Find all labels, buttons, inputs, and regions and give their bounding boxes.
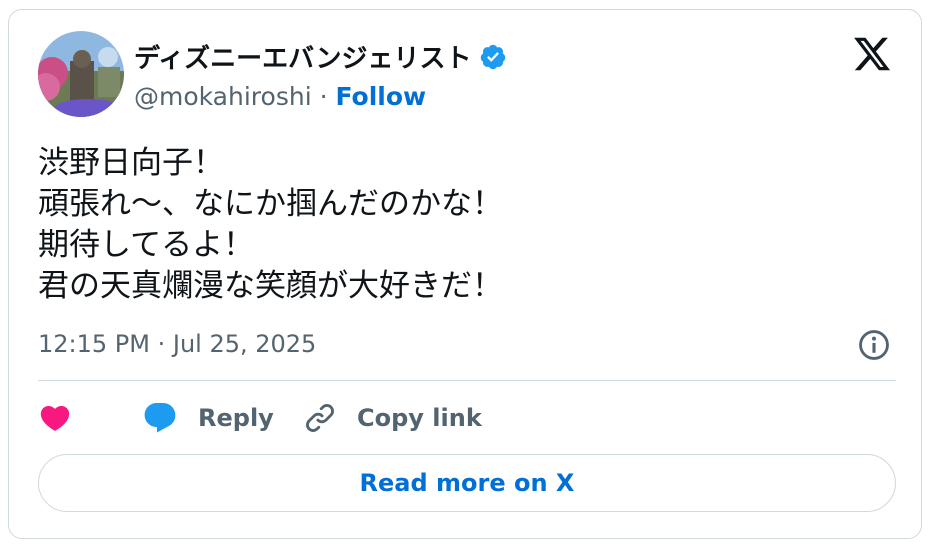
heart-icon	[40, 405, 70, 431]
tweet-line: 渋野日向子！	[38, 145, 224, 181]
reply-bubble-icon	[144, 403, 176, 433]
reply-label: Reply	[198, 404, 274, 432]
tweet-line: 頑張れ〜、なにか掴んだのかな！	[38, 186, 503, 222]
reply-button[interactable]: Reply	[142, 398, 274, 438]
tweet-text: 渋野日向子！ 頑張れ〜、なにか掴んだのかな！ 期待してるよ！ 君の天真爛漫な笑顔…	[38, 143, 503, 307]
handle-separator: ·	[311, 82, 336, 111]
avatar[interactable]	[38, 31, 124, 117]
author-handle[interactable]: @mokahiroshi	[134, 82, 312, 111]
follow-link[interactable]: Follow	[335, 82, 426, 111]
info-icon[interactable]	[857, 328, 891, 362]
read-more-label: Read more on X	[359, 469, 575, 497]
handle-row: @mokahiroshi · Follow	[134, 82, 426, 111]
copy-link-button[interactable]: Copy link	[303, 398, 482, 438]
link-icon	[306, 404, 334, 432]
divider	[38, 380, 896, 381]
tweet-line: 君の天真爛漫な笑顔が大好きだ！	[38, 268, 503, 304]
tweet-card: ディズニーエバンジェリスト @mokahiroshi · Follow 渋野日向…	[8, 9, 922, 539]
copy-link-label: Copy link	[357, 404, 482, 432]
tweet-line: 期待してるよ！	[38, 227, 255, 263]
like-button[interactable]	[38, 398, 92, 438]
tweet-timestamp[interactable]: 12:15 PM · Jul 25, 2025	[38, 330, 316, 358]
author-display-name[interactable]: ディズニーエバンジェリスト	[134, 38, 471, 75]
x-logo-icon[interactable]	[852, 34, 892, 74]
verified-badge-icon	[481, 44, 506, 69]
read-more-button[interactable]: Read more on X	[38, 454, 896, 512]
author-name-row[interactable]: ディズニーエバンジェリスト	[134, 38, 507, 75]
